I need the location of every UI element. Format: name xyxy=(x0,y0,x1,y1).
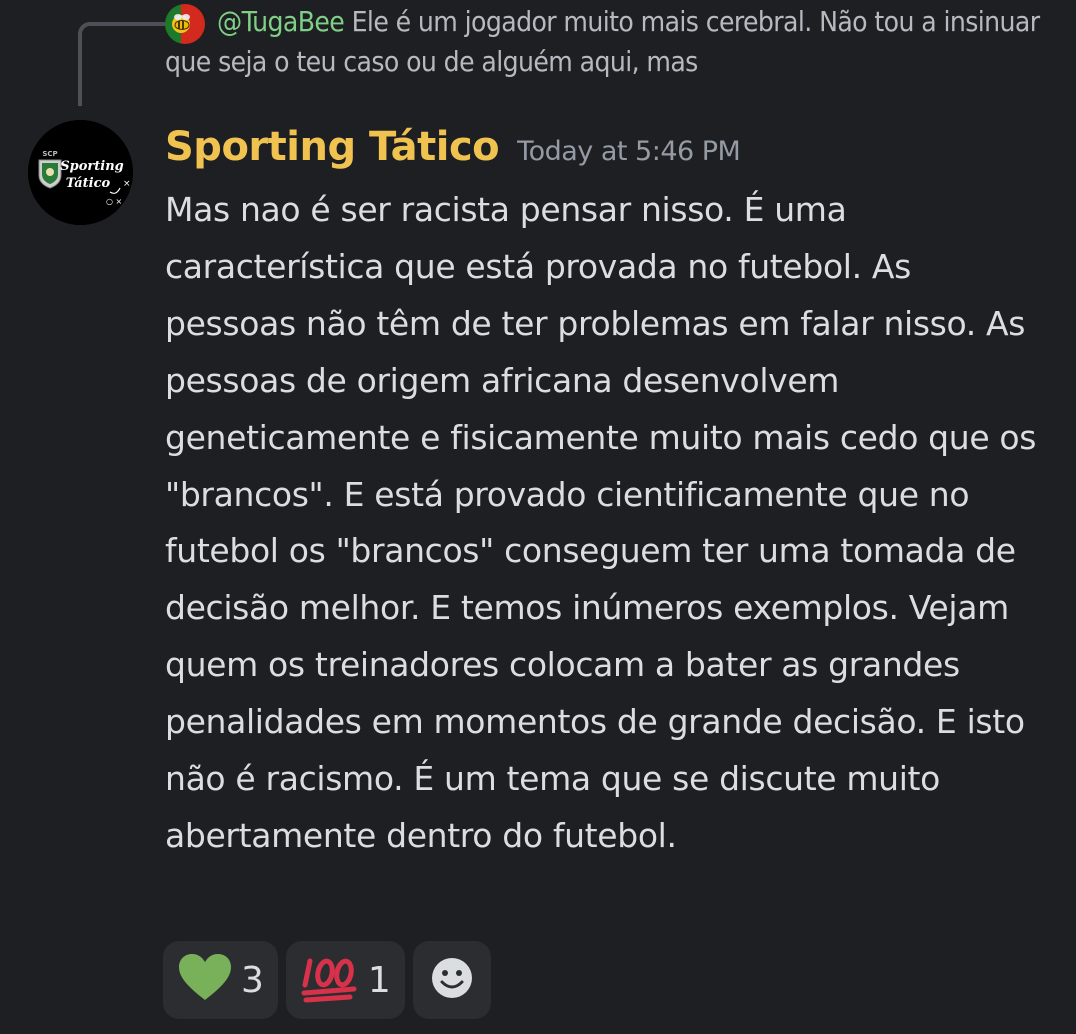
avatar-text-line1: Sporting xyxy=(60,159,123,174)
add-reaction-smiley-icon xyxy=(430,956,474,1004)
message-header: Sporting Tático Today at 5:46 PM xyxy=(165,124,741,170)
reaction-count: 1 xyxy=(367,959,391,1001)
username[interactable]: Sporting Tático xyxy=(165,124,500,170)
hundred-points-icon xyxy=(300,953,360,1007)
reaction-count: 3 xyxy=(241,959,264,1001)
svg-text:×: × xyxy=(123,179,131,189)
svg-text:○ ×: ○ × xyxy=(106,197,122,206)
avatar[interactable]: SCP Sporting Tático × ○ × xyxy=(28,120,133,225)
reply-connector xyxy=(78,22,170,106)
green-heart-icon xyxy=(177,953,233,1007)
reply-mention[interactable]: @TugaBee xyxy=(217,5,345,38)
message-content: Mas nao é ser racista pensar nisso. É um… xyxy=(165,190,1037,855)
add-reaction-button[interactable] xyxy=(412,941,491,1019)
reactions-bar: 3 1 xyxy=(163,941,491,1019)
avatar-crest-text: SCP xyxy=(42,150,57,158)
timestamp[interactable]: Today at 5:46 PM xyxy=(517,136,741,167)
reaction-green-heart[interactable]: 3 xyxy=(163,941,278,1019)
avatar-text-line2: Tático xyxy=(66,176,111,191)
reply-preview[interactable]: @TugaBee Ele é um jogador muito mais cer… xyxy=(165,2,1045,82)
reaction-hundred-points[interactable]: 1 xyxy=(285,941,405,1019)
